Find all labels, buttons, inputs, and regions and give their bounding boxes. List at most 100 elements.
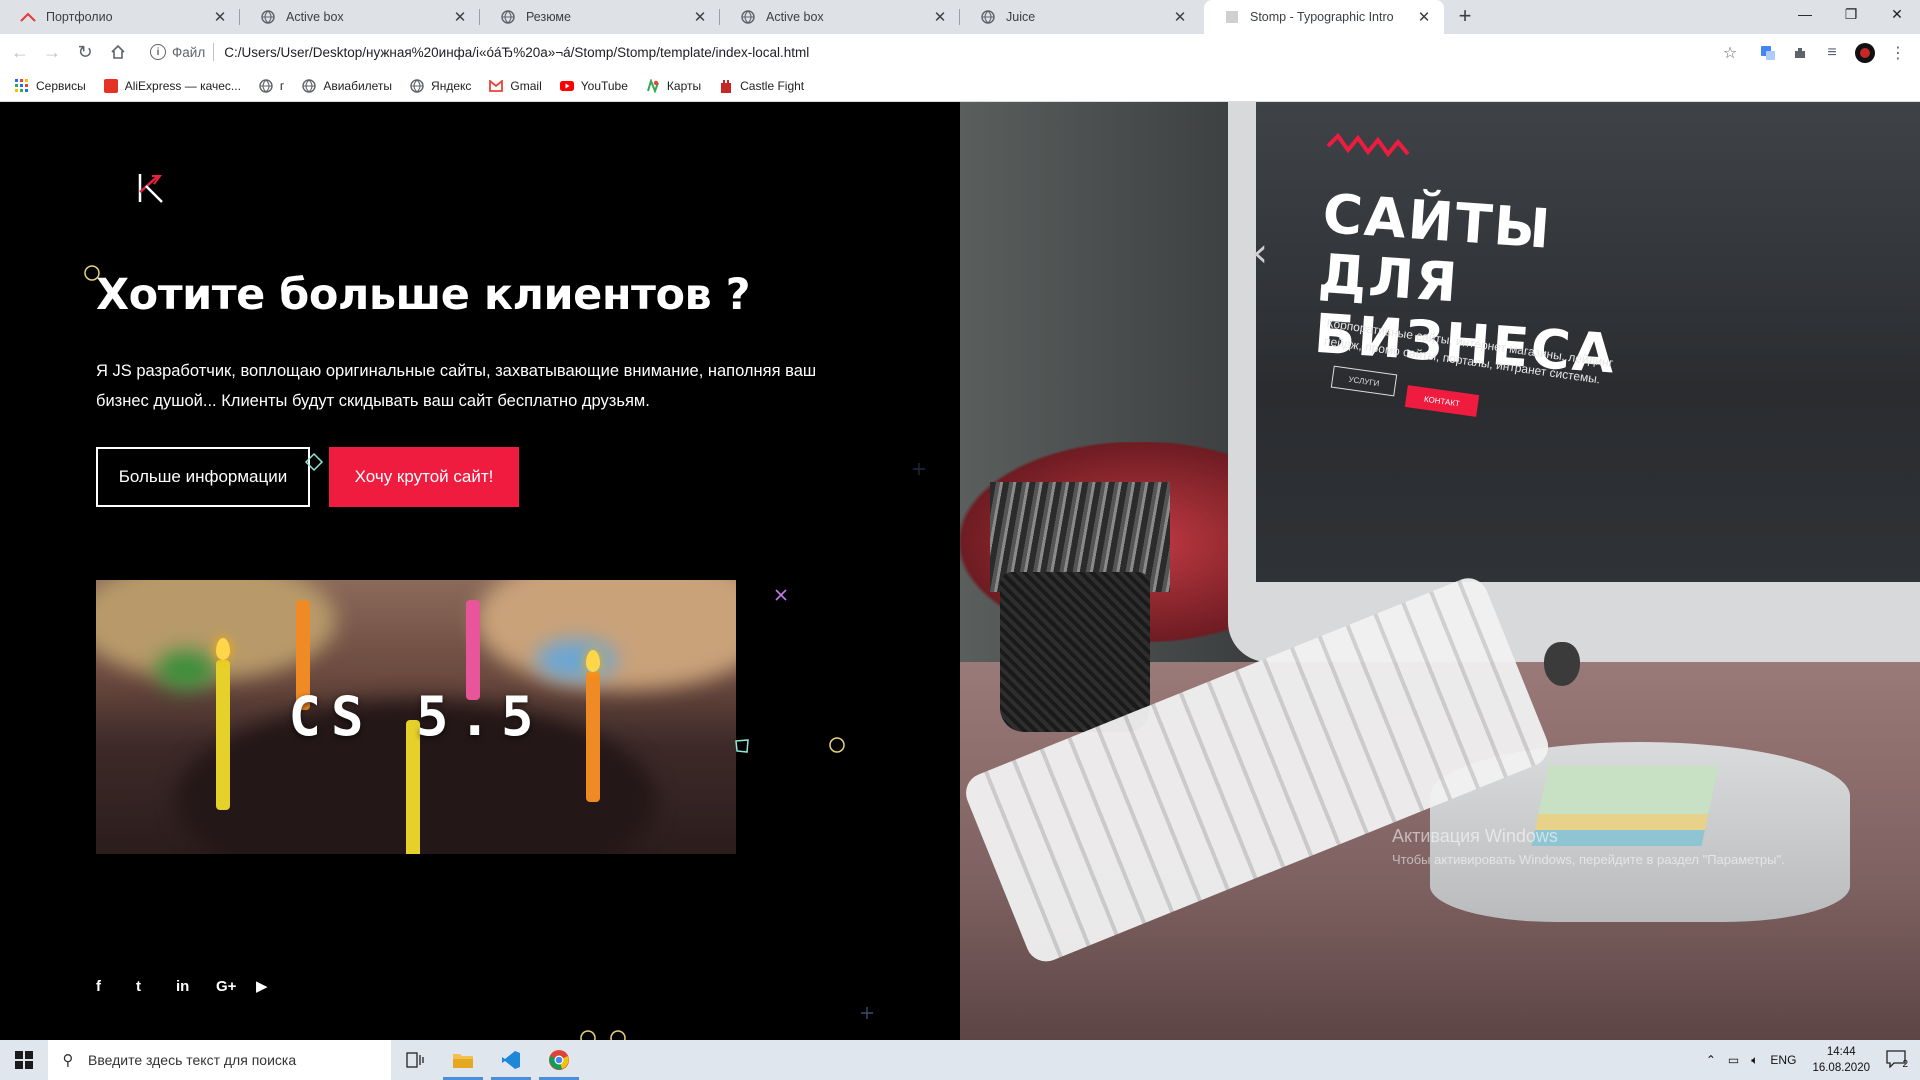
globe-icon — [409, 78, 425, 94]
menu-icon[interactable]: ⋮ — [1888, 43, 1908, 63]
preview-caption: CS 5.5 — [288, 685, 544, 748]
browser-toolbar: ← → ↻ i Файл C:/Users/User/Desktop/нужна… — [0, 34, 1920, 70]
bookmarks-bar: Сервисы AliExpress — качес... г Авиабиле… — [0, 70, 1920, 102]
close-tab-icon[interactable]: ✕ — [690, 8, 710, 26]
address-bar[interactable]: i Файл C:/Users/User/Desktop/нужная%20ин… — [140, 37, 1760, 67]
back-button[interactable]: ← — [8, 40, 32, 64]
tab-title: Active box — [766, 10, 824, 24]
chevron-up-icon[interactable]: ⌃ — [1706, 1053, 1716, 1067]
bookmark-label: г — [279, 78, 285, 93]
tab-strip: Портфолио ✕ Active box ✕ Резюме ✕ Active… — [0, 0, 1920, 34]
tab-stomp[interactable]: Stomp - Typographic Intro ✕ — [1204, 0, 1444, 34]
close-tab-icon[interactable]: ✕ — [930, 8, 950, 26]
google-plus-icon[interactable]: G+ — [216, 976, 256, 996]
site-logo[interactable] — [136, 170, 168, 206]
globe-icon — [258, 78, 274, 94]
translate-icon[interactable] — [1758, 43, 1778, 63]
bookmark-label: Авиабилеты — [323, 78, 393, 93]
volume-icon[interactable]: 🔈︎ — [1751, 1053, 1758, 1068]
bookmark-label: AliExpress — качес... — [124, 78, 241, 93]
tab-active-box-2[interactable]: Active box ✕ — [720, 0, 960, 34]
close-tab-icon[interactable]: ✕ — [1414, 8, 1434, 26]
web-page: Хотите больше клиентов ? Я JS разработчи… — [0, 102, 1920, 1040]
tab-active-box-1[interactable]: Active box ✕ — [240, 0, 480, 34]
extensions-icon[interactable] — [1790, 43, 1810, 63]
hero-title: Хотите больше клиентов ? — [96, 270, 751, 320]
youtube-icon[interactable]: ▶ — [256, 976, 296, 996]
vscode-icon — [502, 1051, 520, 1069]
taskbar-search[interactable]: ⚲ Введите здесь текст для поиска — [48, 1040, 391, 1080]
sticky-notes — [1531, 766, 1719, 846]
deco-circle — [829, 737, 845, 753]
bookmark-services[interactable]: Сервисы — [14, 78, 86, 94]
language-indicator[interactable]: ENG — [1770, 1053, 1796, 1067]
social-links: f t in G+ ▶ — [96, 976, 296, 996]
slider-prev-icon: ‹ — [1252, 230, 1268, 276]
close-tab-icon[interactable]: ✕ — [210, 8, 230, 26]
twitter-icon[interactable]: t — [136, 976, 176, 996]
hero-section: Хотите больше клиентов ? Я JS разработчи… — [0, 102, 960, 1040]
new-tab-button[interactable]: + — [1453, 5, 1477, 29]
close-window-button[interactable]: ✕ — [1874, 0, 1920, 30]
deco-cross — [775, 589, 787, 601]
notification-count: 2 — [1902, 1059, 1908, 1070]
activation-watermark-text: Чтобы активировать Windows, перейдите в … — [1392, 852, 1785, 867]
close-tab-icon[interactable]: ✕ — [1170, 8, 1190, 26]
bookmark-castle-fight[interactable]: Castle Fight — [718, 78, 804, 94]
home-button[interactable] — [106, 40, 130, 64]
facebook-icon[interactable]: f — [96, 976, 136, 996]
globe-icon — [740, 9, 756, 25]
close-tab-icon[interactable]: ✕ — [450, 8, 470, 26]
forward-button[interactable]: → — [40, 40, 64, 64]
deco-diamond — [304, 452, 324, 472]
media-control-icon[interactable]: ≡ — [1822, 43, 1842, 63]
tab-title: Stomp - Typographic Intro — [1250, 10, 1394, 24]
restore-button[interactable]: ❐ — [1828, 0, 1874, 30]
deco-square — [735, 739, 749, 753]
clock-time: 14:44 — [1826, 1046, 1856, 1058]
folder-icon — [453, 1054, 473, 1068]
globe-icon — [980, 9, 996, 25]
bookmark-g[interactable]: г — [258, 78, 284, 94]
more-info-button[interactable]: Больше информации — [96, 447, 310, 507]
deco-plus — [913, 463, 925, 475]
tab-resume[interactable]: Резюме ✕ — [480, 0, 720, 34]
bookmark-youtube[interactable]: YouTube — [559, 78, 628, 94]
system-tray: ⌃ ▭ 🔈︎ ENG 14:44 16.08.2020 2 — [1700, 1040, 1920, 1080]
profile-avatar[interactable] — [1855, 43, 1875, 63]
bookmark-maps[interactable]: Карты — [645, 78, 701, 94]
file-explorer-button[interactable] — [439, 1040, 487, 1080]
bookmark-aviabilety[interactable]: Авиабилеты — [301, 78, 392, 94]
linkedin-icon[interactable]: in — [176, 976, 216, 996]
chrome-button[interactable] — [535, 1040, 583, 1080]
info-icon[interactable]: i — [150, 44, 166, 60]
address-url[interactable]: C:/Users/User/Desktop/нужная%20инфа/і«óá… — [224, 45, 809, 60]
bookmark-aliexpress[interactable]: AliExpress — качес... — [103, 78, 241, 94]
windows-taskbar: ⚲ Введите здесь текст для поиска ⌃ ▭ 🔈︎ … — [0, 1040, 1920, 1080]
tab-juice[interactable]: Juice ✕ — [960, 0, 1200, 34]
bookmark-yandex[interactable]: Яндекс — [409, 78, 471, 94]
page-icon — [1224, 9, 1240, 25]
task-view-button[interactable] — [391, 1040, 439, 1080]
activation-watermark-title: Активация Windows — [1392, 826, 1558, 846]
reload-button[interactable]: ↻ — [73, 40, 97, 64]
clock[interactable]: 14:44 16.08.2020 — [1812, 1044, 1870, 1076]
bookmark-label: YouTube — [580, 78, 628, 93]
bookmark-gmail[interactable]: Gmail — [488, 78, 542, 94]
clock-date: 16.08.2020 — [1812, 1062, 1870, 1074]
bookmark-star-icon[interactable]: ☆ — [1720, 43, 1740, 63]
globe-icon — [500, 9, 516, 25]
bookmark-label: Сервисы — [36, 78, 86, 93]
globe-icon — [260, 9, 276, 25]
minimize-button[interactable]: — — [1782, 0, 1828, 30]
pencil-cup — [1000, 572, 1150, 732]
vscode-button[interactable] — [487, 1040, 535, 1080]
hero-description: Я JS разработчик, воплощаю оригинальные … — [96, 362, 817, 410]
network-icon[interactable]: ▭ — [1728, 1053, 1739, 1067]
order-site-button[interactable]: Хочу крутой сайт! — [329, 447, 519, 507]
start-button[interactable] — [0, 1040, 48, 1080]
youtube-icon — [559, 78, 575, 94]
notifications-icon[interactable]: 2 — [1886, 1050, 1910, 1070]
tab-portfolio[interactable]: Портфолио ✕ — [0, 0, 240, 34]
chrome-icon — [549, 1050, 569, 1070]
